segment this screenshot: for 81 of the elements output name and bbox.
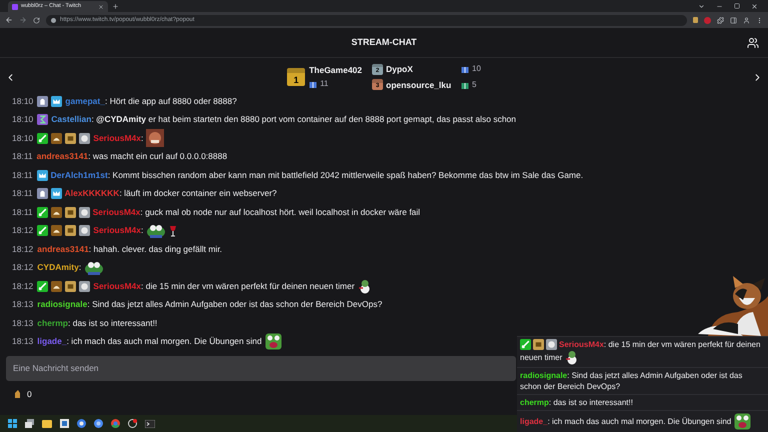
gift-count: 11 [320,78,328,90]
username[interactable]: CYDAmity [37,261,79,274]
timestamp: 18:13 [12,298,34,312]
reload-icon[interactable] [33,16,40,24]
gifter-name[interactable]: TheGame402 [309,64,362,76]
points-icon[interactable] [14,390,21,398]
username[interactable]: SeriousM4x [92,206,140,219]
close-icon[interactable] [751,2,758,10]
message-input[interactable]: Eine Nachricht senden [6,356,516,381]
timestamp: 18:11 [12,168,33,182]
timestamp: 18:12 [12,280,34,293]
message-text: : Kommt bisschen random aber kann man mit battlefield 2042 mittlerweile spaß haben? Bekomme das btw im Sale das Game. [108,168,584,182]
maximize-icon[interactable] [734,3,740,9]
username[interactable]: ligade_ [37,335,67,348]
menu-icon[interactable] [756,16,763,24]
gift-count: 5 [472,78,476,91]
message-text: : hahah. clever. das ding gefällt mir. [88,242,222,256]
message-text: : Hört die app auf 8880 oder 8888? [104,96,237,108]
terminal-icon[interactable] [145,420,155,428]
timestamp: 18:10 [12,132,34,145]
message-text: : läuft im docker container ein webserver? [119,187,277,200]
message-text: : die 15 min der vm wären perfekt für deinen neuen timer [141,280,355,293]
username[interactable]: SeriousM4x [93,224,141,238]
windows-start-icon[interactable] [8,419,17,428]
task-view-icon[interactable] [25,419,34,428]
chrome-icon[interactable] [111,419,120,428]
side-panel-icon[interactable] [730,16,737,24]
app-icon[interactable] [128,419,137,428]
message-text: : guck mal ob node nur auf localhost hört. weil localhost in docker wäre fail [140,206,420,219]
site-favicon [12,4,18,10]
timestamp: 18:12 [12,224,34,238]
timestamp: 18:10 [12,113,34,126]
folder-icon[interactable] [42,420,52,428]
users-icon[interactable] [747,37,759,49]
message-text: : [78,261,82,274]
username[interactable]: gamepat_ [65,96,105,108]
overlay-message-text: SeriousM4x: die 15 min der vm wären perfekt für deinen neuen timer [520,340,760,362]
timestamp: 18:10 [12,96,34,108]
username[interactable]: chermp [37,316,68,330]
timestamp: 18:11 [12,206,33,219]
close-icon[interactable] [98,4,104,10]
timestamp: 18:13 [12,316,34,330]
message-text: : was macht ein curl auf 0.0.0.0:8888 [88,150,228,164]
message-text: : Sind das jetzt alles Admin Aufgaben oder ist das schon der Bereich DevOps? [87,298,382,312]
overlay-message-text: radiosignale: Sind das jetzt alles Admin Aufgaben oder ist das schon der Bereich DevOps? [520,371,742,391]
timestamp: 18:11 [12,187,33,200]
rank-label: 1 [294,76,299,85]
profile-icon[interactable] [743,16,750,24]
gift-icon [461,80,469,89]
timestamp: 18:13 [12,335,34,348]
forward-icon[interactable] [19,16,27,24]
points-count: 0 [27,388,32,400]
window-icon[interactable] [60,419,69,428]
gift-icon [309,80,318,88]
message-text: : @CYDAmity er hat beim startetn den 8880 port vom container auf den 8888 port gemapt, das passt also schon [91,113,516,126]
username[interactable]: radiosignale [37,298,88,312]
timestamp: 18:12 [12,242,34,256]
gifter-name[interactable]: DypoX [386,62,458,76]
new-tab-icon[interactable] [112,3,119,10]
overlay-message-text: ligade_: ich mach das auch mal morgen. Die Übungen sind [520,416,752,426]
gifter-name[interactable]: opensource_lku [386,78,458,92]
message-text: : [141,224,144,238]
chat-title: STREAM-CHAT [351,36,417,49]
username[interactable]: AlexKKKKKK [64,187,120,200]
message-text: : das ist so interessant!! [68,316,158,330]
username[interactable]: andreas3141 [36,150,88,164]
username[interactable]: DerAlch1m1st [50,168,108,182]
timestamp: 18:12 [12,261,34,274]
username[interactable]: andreas3141 [37,242,89,256]
tab-search-icon[interactable] [698,2,705,10]
timestamp: 18:11 [12,150,33,164]
username[interactable]: SeriousM4x [93,132,141,145]
message-text: : [141,132,144,145]
gift-icon [461,65,469,74]
back-icon[interactable] [5,16,13,24]
overlay-message-text: chermp: das ist so interessant!! [520,398,633,407]
username[interactable]: SeriousM4x [93,280,141,293]
gift-count: 10 [472,63,481,76]
extensions-icon[interactable] [717,16,724,24]
username[interactable]: Castellian [51,113,92,126]
message-text: : ich mach das auch mal morgen. Die Übungen sind [66,335,262,348]
